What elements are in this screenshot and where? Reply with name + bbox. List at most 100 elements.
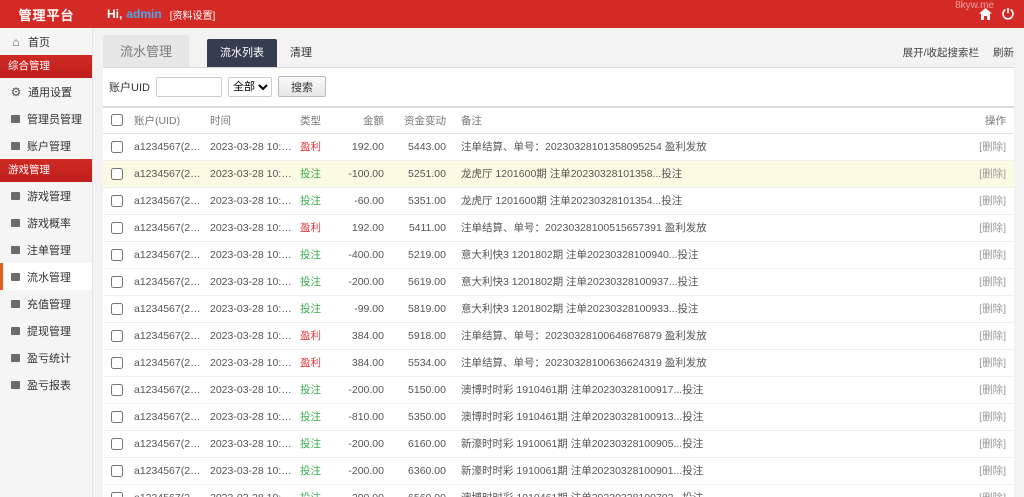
flow-table-body: a1234567(2643858)2023-03-28 10:15:32盈利19…: [103, 133, 1014, 497]
cell-remark: 澳博时时彩 1910461期 注单20230328100913...投注: [449, 403, 956, 431]
sidebar-item-recharge[interactable]: 充值管理: [0, 290, 92, 317]
withdraw-icon: [11, 326, 20, 335]
cell-balance: 5534.00: [387, 349, 449, 377]
tab-cleanup[interactable]: 清理: [277, 39, 325, 67]
select-all-checkbox[interactable]: [111, 114, 123, 127]
delete-link[interactable]: [删除]: [979, 249, 1006, 261]
sidebar-item-game[interactable]: 游戏管理: [0, 182, 92, 209]
row-checkbox[interactable]: [111, 464, 123, 477]
row-checkbox-cell: [103, 349, 131, 377]
row-checkbox[interactable]: [111, 437, 123, 450]
cell-balance: 5411.00: [387, 214, 449, 242]
logout-power-icon[interactable]: [1002, 8, 1014, 20]
delete-link[interactable]: [删除]: [979, 222, 1006, 234]
cell-account: a1234567(2643858): [131, 349, 207, 377]
row-checkbox-cell: [103, 322, 131, 350]
table-row: a1234567(2643858)2023-03-28 10:09:05投注-2…: [103, 430, 1014, 458]
sidebar-item-label: 盈亏报表: [27, 379, 71, 392]
col-remark: 备注: [449, 107, 956, 134]
sidebar-item-label: 游戏管理: [27, 190, 71, 203]
col-type: 类型: [297, 107, 339, 134]
delete-link[interactable]: [删除]: [979, 492, 1006, 497]
col-amount: 金额: [339, 107, 387, 134]
sidebar-item-user[interactable]: 账户管理: [0, 132, 92, 159]
cell-amount: 192.00: [339, 133, 387, 161]
cell-time: 2023-03-28 10:09:22: [207, 322, 297, 350]
delete-link[interactable]: [删除]: [979, 330, 1006, 342]
cell-account: a1234567(2643858): [131, 457, 207, 485]
row-checkbox[interactable]: [111, 140, 123, 153]
cell-type: 投注: [297, 376, 339, 404]
table-row: a1234567(2643858)2023-03-28 10:09:17投注-2…: [103, 376, 1014, 404]
table-row: a1234567(2643858)2023-03-28 10:15:32盈利19…: [103, 133, 1014, 161]
cell-balance: 5219.00: [387, 241, 449, 269]
sidebar-item-flow[interactable]: 流水管理: [0, 263, 92, 290]
gear-icon: ⚙: [10, 84, 22, 99]
cell-action: [删除]: [956, 187, 1014, 215]
table-row: a1234567(2643858)2023-03-28 10:09:22盈利38…: [103, 322, 1014, 350]
cell-balance: 6160.00: [387, 430, 449, 458]
type-select[interactable]: 全部: [227, 76, 272, 97]
sidebar-item-admins[interactable]: 管理员管理: [0, 105, 92, 132]
sidebar-item-home[interactable]: ⌂ 首页: [0, 28, 92, 55]
row-checkbox[interactable]: [111, 383, 123, 396]
table-row: a1234567(2643858)2023-03-28 10:09:13投注-8…: [103, 403, 1014, 431]
delete-link[interactable]: [删除]: [979, 276, 1006, 288]
col-action: 操作: [956, 107, 1014, 134]
cell-balance: 5619.00: [387, 268, 449, 296]
profile-settings-link[interactable]: [资料设置]: [170, 7, 216, 22]
tab-flow-list[interactable]: 流水列表: [207, 39, 278, 67]
refresh-link[interactable]: 刷新: [993, 45, 1014, 60]
cell-balance: 6560.00: [387, 484, 449, 497]
sidebar-item-withdraw[interactable]: 提现管理: [0, 317, 92, 344]
cell-account: a1234567(2643858): [131, 430, 207, 458]
row-checkbox[interactable]: [111, 221, 123, 234]
sidebar-item-label: 管理员管理: [27, 113, 82, 126]
uid-input[interactable]: [155, 76, 222, 97]
cell-type: 投注: [297, 457, 339, 485]
delete-link[interactable]: [删除]: [979, 168, 1006, 180]
cell-account: a1234567(2643858): [131, 403, 207, 431]
row-checkbox[interactable]: [111, 329, 123, 342]
row-checkbox[interactable]: [111, 302, 123, 315]
cell-time: 2023-03-28 10:09:17: [207, 376, 297, 404]
delete-link[interactable]: [删除]: [979, 141, 1006, 153]
page-head: 流水管理 流水列表 清理 展开/收起搜索栏 刷新: [103, 35, 1014, 68]
cell-amount: 384.00: [339, 322, 387, 350]
cell-remark: 新濠时时彩 1910061期 注单20230328100901...投注: [449, 457, 956, 485]
row-checkbox[interactable]: [111, 410, 123, 423]
search-button[interactable]: 搜索: [277, 76, 326, 97]
delete-link[interactable]: [删除]: [979, 195, 1006, 207]
sidebar-item-label: 充值管理: [27, 298, 71, 311]
delete-link[interactable]: [删除]: [979, 465, 1006, 477]
delete-link[interactable]: [删除]: [979, 411, 1006, 423]
toggle-search-link[interactable]: 展开/收起搜索栏: [903, 45, 979, 60]
row-checkbox-cell: [103, 241, 131, 269]
cell-account: a1234567(2643858): [131, 133, 207, 161]
delete-link[interactable]: [删除]: [979, 384, 1006, 396]
sidebar-item-stats[interactable]: 盈亏统计: [0, 344, 92, 371]
row-checkbox[interactable]: [111, 194, 123, 207]
sidebar-item-odds[interactable]: 游戏概率: [0, 209, 92, 236]
home-icon[interactable]: [979, 8, 992, 20]
cell-time: 2023-03-28 10:13:58: [207, 160, 297, 188]
row-checkbox[interactable]: [111, 248, 123, 261]
cell-type: 投注: [297, 241, 339, 269]
row-checkbox[interactable]: [111, 491, 123, 497]
brand-title: 管理平台: [18, 7, 75, 23]
top-bar: 管理平台 Hi, admin [资料设置] 8kyw.me: [0, 0, 1024, 28]
delete-link[interactable]: [删除]: [979, 438, 1006, 450]
delete-link[interactable]: [删除]: [979, 357, 1006, 369]
row-checkbox[interactable]: [111, 356, 123, 369]
sidebar-item-orders[interactable]: 注单管理: [0, 236, 92, 263]
sidebar-item-gear[interactable]: ⚙ 通用设置: [0, 78, 92, 105]
row-checkbox[interactable]: [111, 275, 123, 288]
row-checkbox-cell: [103, 484, 131, 497]
delete-link[interactable]: [删除]: [979, 303, 1006, 315]
row-checkbox[interactable]: [111, 167, 123, 180]
cell-type: 盈利: [297, 322, 339, 350]
cell-balance: 5351.00: [387, 187, 449, 215]
sidebar-item-report[interactable]: 盈亏报表: [0, 371, 92, 398]
sidebar-section-header: 综合管理: [0, 55, 92, 78]
recharge-icon: [11, 299, 20, 308]
